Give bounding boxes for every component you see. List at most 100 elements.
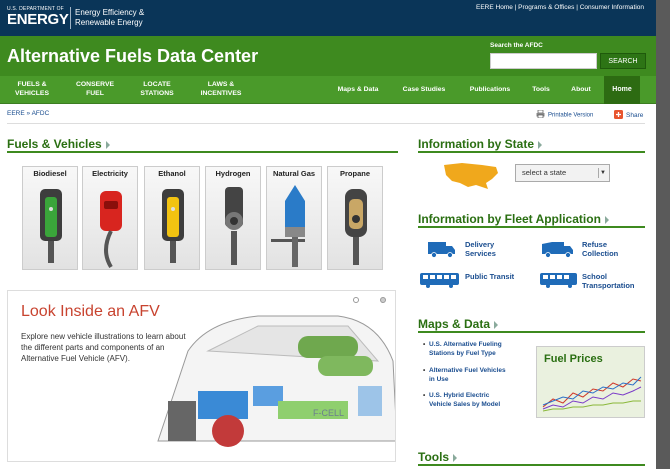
fuel-tile-propane[interactable]: Propane — [327, 166, 383, 270]
heading-text: Information by Fleet Application — [418, 212, 601, 226]
share-label: Share — [626, 112, 644, 120]
heading-text: Information by State — [418, 137, 535, 151]
state-select[interactable]: select a state ▼ — [515, 164, 610, 182]
nav-about[interactable]: About — [566, 85, 596, 94]
chevron-down-icon: ▼ — [598, 168, 607, 178]
nav-conserve-fuel[interactable]: CONSERVE FUEL — [68, 80, 122, 98]
doe-logo[interactable]: U.S. DEPARTMENT OF ENERGY — [7, 6, 69, 28]
main-nav: FUELS & VEHICLES CONSERVE FUEL LOCATE ST… — [0, 76, 656, 104]
fuel-label: Hydrogen — [215, 169, 251, 178]
section-rule — [418, 151, 645, 153]
link-line1: U.S. Alternative Fueling — [429, 341, 502, 348]
nav-home[interactable]: Home — [604, 76, 640, 104]
logo-divider — [70, 7, 71, 29]
fuels-vehicles-heading[interactable]: Fuels & Vehicles — [7, 137, 110, 151]
fleet-delivery-services[interactable]: Delivery Services — [428, 240, 496, 263]
fleet-label-line1: School — [582, 272, 608, 281]
fuel-tile-natural-gas[interactable]: Natural Gas — [266, 166, 322, 270]
us-map-icon[interactable] — [442, 159, 500, 191]
fuel-tile-hydrogen[interactable]: Hydrogen — [205, 166, 261, 270]
share-link[interactable]: Share — [614, 110, 643, 121]
tools-heading[interactable]: Tools — [418, 450, 458, 464]
nav-publications[interactable]: Publications — [462, 85, 518, 94]
info-by-state-heading[interactable]: Information by State — [418, 137, 543, 151]
search-label: Search the AFDC — [490, 42, 543, 49]
fuel-nozzle-icon — [345, 189, 367, 265]
link-line2: in Use — [429, 376, 449, 383]
fleet-refuse-collection[interactable]: Refuse Collection — [542, 240, 618, 263]
delivery-truck-icon — [428, 242, 455, 258]
agency-big-text: ENERGY — [7, 11, 69, 28]
fuel-nozzle-icon — [100, 191, 122, 269]
fuel-label: Biodiesel — [33, 169, 67, 178]
carousel-dot-2[interactable] — [380, 297, 386, 303]
maps-link-afv-in-use[interactable]: • Alternative Fuel Vehicles in Use — [423, 366, 506, 384]
fuel-nozzle-icon — [225, 187, 243, 265]
eere-line2: Renewable Energy — [75, 18, 143, 27]
fleet-application-heading[interactable]: Information by Fleet Application — [418, 212, 609, 226]
printer-icon — [536, 109, 545, 120]
heading-text: Fuels & Vehicles — [7, 137, 102, 151]
fuel-prices-widget[interactable]: Fuel Prices — [536, 346, 645, 418]
printable-label: Printable Version — [548, 112, 594, 119]
maps-link-hybrid-sales[interactable]: • U.S. Hybrid Electric Vehicle Sales by … — [423, 391, 500, 409]
car-cutaway-illustration: F-CELL — [157, 315, 395, 447]
carousel-dot-1[interactable] — [353, 297, 359, 303]
nav-label-line2: STATIONS — [140, 90, 174, 97]
state-select-value: select a state — [522, 168, 567, 177]
arrow-right-icon — [494, 320, 499, 329]
fleet-label-line2: Collection — [582, 249, 619, 258]
breadcrumb[interactable]: EERE » AFDC — [7, 110, 49, 117]
fuel-nozzle-icon — [271, 185, 305, 267]
arrow-right-icon — [604, 215, 609, 224]
link-line1: Alternative Fuel Vehicles — [429, 367, 506, 374]
maps-link-fueling-stations[interactable]: • U.S. Alternative Fueling Stations by F… — [423, 340, 502, 358]
nav-label-line1: LOCATE — [143, 81, 171, 88]
link-line1: U.S. Hybrid Electric — [429, 392, 490, 399]
fuel-nozzle-icon — [162, 189, 184, 263]
nav-fuels-vehicles[interactable]: FUELS & VEHICLES — [6, 80, 58, 98]
nav-label-line1: FUELS & — [17, 81, 47, 88]
fuel-label: Electricity — [92, 169, 128, 178]
nav-label-line2: INCENTIVES — [200, 90, 242, 97]
nav-label-line1: LAWS & — [207, 81, 235, 88]
eere-logo[interactable]: Energy Efficiency & Renewable Energy — [75, 8, 144, 28]
site-title[interactable]: Alternative Fuels Data Center — [7, 46, 258, 67]
search-input[interactable] — [490, 53, 597, 69]
nav-label-line2: VEHICLES — [15, 90, 49, 97]
nav-maps-data[interactable]: Maps & Data — [330, 85, 386, 94]
section-rule — [418, 226, 645, 228]
top-links[interactable]: EERE Home | Programs & Offices | Consume… — [476, 4, 644, 11]
heading-text: Maps & Data — [418, 317, 491, 331]
fuel-label: Ethanol — [158, 169, 186, 178]
printable-version-link[interactable]: Printable Version — [536, 109, 594, 120]
fleet-label-line1: Refuse — [582, 240, 608, 249]
search-button[interactable]: SEARCH — [600, 53, 646, 69]
maps-data-heading[interactable]: Maps & Data — [418, 317, 499, 331]
fleet-label-line1: Public Transit — [465, 272, 515, 281]
nav-tools[interactable]: Tools — [526, 85, 556, 94]
fleet-public-transit[interactable]: Public Transit — [420, 272, 514, 293]
side-url-strip: www.afdc.energy.gov — [645, 0, 670, 469]
share-plus-icon — [614, 110, 623, 121]
section-rule — [7, 151, 398, 153]
page: U.S. DEPARTMENT OF ENERGY Energy Efficie… — [0, 0, 670, 469]
fleet-label-line2: Services — [465, 249, 496, 258]
fleet-school-transportation[interactable]: School Transportation — [540, 272, 635, 293]
bullet: • — [423, 367, 426, 374]
title-bar: Alternative Fuels Data Center Search the… — [0, 36, 656, 76]
nav-laws-incentives[interactable]: LAWS & INCENTIVES — [192, 80, 250, 98]
afv-title[interactable]: Look Inside an AFV — [21, 303, 160, 321]
bullet: • — [423, 392, 426, 399]
afv-promo[interactable]: F-CELL Look Inside an AFV Explore new ve… — [7, 290, 396, 462]
nav-locate-stations[interactable]: LOCATE STATIONS — [132, 80, 182, 98]
arrow-right-icon — [105, 140, 110, 149]
breadcrumb-divider — [7, 123, 645, 124]
nav-label-line1: CONSERVE — [75, 81, 115, 88]
nav-case-studies[interactable]: Case Studies — [396, 85, 452, 94]
fuel-tile-electricity[interactable]: Electricity — [82, 166, 138, 270]
bullet: • — [423, 341, 426, 348]
fuel-tile-ethanol[interactable]: Ethanol — [144, 166, 200, 270]
fuel-tile-biodiesel[interactable]: Biodiesel — [22, 166, 78, 270]
agency-header: U.S. DEPARTMENT OF ENERGY Energy Efficie… — [0, 0, 656, 36]
